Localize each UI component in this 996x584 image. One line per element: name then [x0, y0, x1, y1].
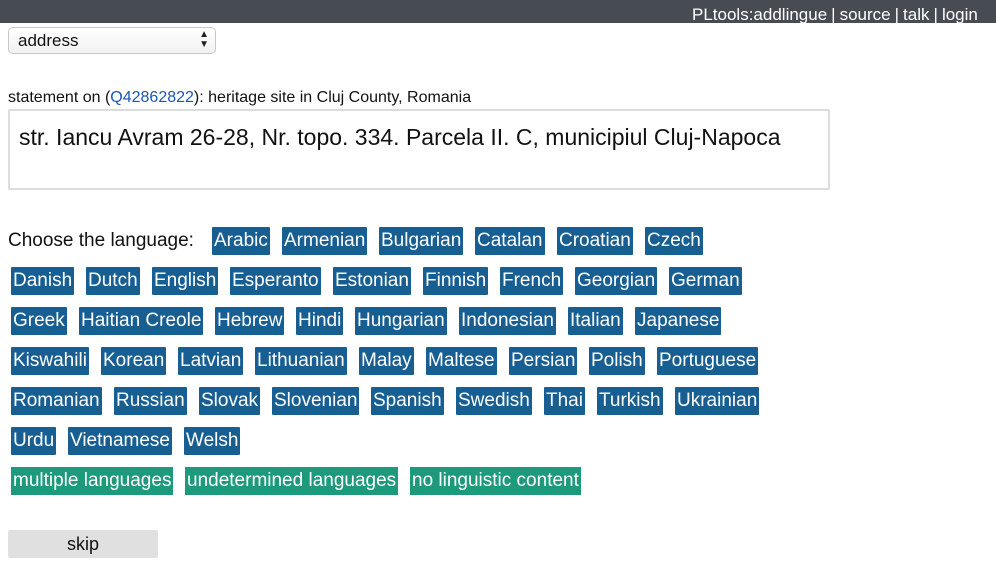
- language-button[interactable]: Armenian: [282, 227, 368, 255]
- statement-prefix: statement on (: [8, 89, 111, 106]
- language-button[interactable]: Swedish: [456, 387, 532, 415]
- language-button[interactable]: Esperanto: [230, 267, 321, 295]
- language-button[interactable]: Bulgarian: [379, 227, 464, 255]
- language-button[interactable]: Haitian Creole: [79, 307, 204, 335]
- special-language-button[interactable]: undetermined languages: [185, 467, 399, 495]
- special-language-button[interactable]: no linguistic content: [410, 467, 581, 495]
- top-links: PLtools:addlingue | source | talk | login: [692, 3, 978, 23]
- language-button[interactable]: Slovenian: [272, 387, 360, 415]
- talk-link[interactable]: talk: [903, 5, 929, 23]
- language-button[interactable]: Welsh: [184, 427, 241, 455]
- language-button[interactable]: Hindi: [296, 307, 344, 335]
- language-button[interactable]: Turkish: [597, 387, 663, 415]
- property-select-value: address: [18, 31, 79, 50]
- language-button[interactable]: Spanish: [371, 387, 444, 415]
- language-button[interactable]: English: [152, 267, 219, 295]
- language-button[interactable]: Arabic: [212, 227, 270, 255]
- updown-arrows-icon: ▲ ▼: [199, 29, 209, 50]
- language-button[interactable]: Italian: [568, 307, 623, 335]
- language-button[interactable]: Lithuanian: [255, 347, 347, 375]
- language-button[interactable]: Maltese: [426, 347, 497, 375]
- separator: |: [831, 5, 836, 23]
- language-button[interactable]: Japanese: [635, 307, 722, 335]
- top-bar: PLtools:addlingue | source | talk | login: [0, 0, 996, 23]
- language-button[interactable]: Indonesian: [459, 307, 556, 335]
- language-button[interactable]: German: [669, 267, 742, 295]
- tool-link[interactable]: PLtools:addlingue: [692, 5, 827, 23]
- statement-info: statement on (Q42862822): heritage site …: [8, 88, 471, 108]
- language-button[interactable]: Greek: [11, 307, 67, 335]
- language-button[interactable]: Czech: [645, 227, 703, 255]
- item-link[interactable]: Q42862822: [110, 89, 194, 106]
- language-button[interactable]: Polish: [589, 347, 645, 375]
- separator: |: [933, 5, 938, 23]
- language-button[interactable]: Catalan: [475, 227, 545, 255]
- separator: |: [894, 5, 900, 23]
- skip-button[interactable]: skip: [8, 530, 158, 558]
- language-button[interactable]: Hebrew: [215, 307, 285, 335]
- language-button[interactable]: Kiswahili: [11, 347, 89, 375]
- language-button[interactable]: Vietnamese: [68, 427, 172, 455]
- language-button[interactable]: Danish: [11, 267, 75, 295]
- language-button[interactable]: Korean: [101, 347, 167, 375]
- language-button[interactable]: Urdu: [11, 427, 57, 455]
- language-button[interactable]: Russian: [114, 387, 187, 415]
- language-button[interactable]: Thai: [544, 387, 585, 415]
- choose-language-label: Choose the language:: [8, 230, 194, 251]
- property-select[interactable]: address ▲ ▼: [8, 27, 216, 54]
- language-button[interactable]: Estonian: [333, 267, 411, 295]
- language-button[interactable]: Persian: [509, 347, 578, 375]
- language-button[interactable]: Georgian: [575, 267, 658, 295]
- statement-suffix: ): heritage site in Cluj County, Romania: [193, 89, 472, 106]
- language-button[interactable]: Dutch: [86, 267, 140, 295]
- language-button[interactable]: Slovak: [199, 387, 261, 415]
- special-language-button[interactable]: multiple languages: [11, 467, 174, 495]
- language-button[interactable]: French: [500, 267, 564, 295]
- language-button[interactable]: Hungarian: [355, 307, 447, 335]
- language-button[interactable]: Portuguese: [657, 347, 759, 375]
- value-textbox[interactable]: str. Iancu Avram 26-28, Nr. topo. 334. P…: [8, 109, 830, 190]
- language-button[interactable]: Ukrainian: [675, 387, 760, 415]
- value-text: str. Iancu Avram 26-28, Nr. topo. 334. P…: [19, 124, 781, 150]
- source-link[interactable]: source: [840, 5, 891, 23]
- language-button[interactable]: Croatian: [557, 227, 633, 255]
- language-button[interactable]: Malay: [359, 347, 414, 375]
- login-link[interactable]: login: [942, 5, 978, 23]
- language-button[interactable]: Latvian: [178, 347, 244, 375]
- language-button[interactable]: Finnish: [423, 267, 489, 295]
- language-button[interactable]: Romanian: [11, 387, 102, 415]
